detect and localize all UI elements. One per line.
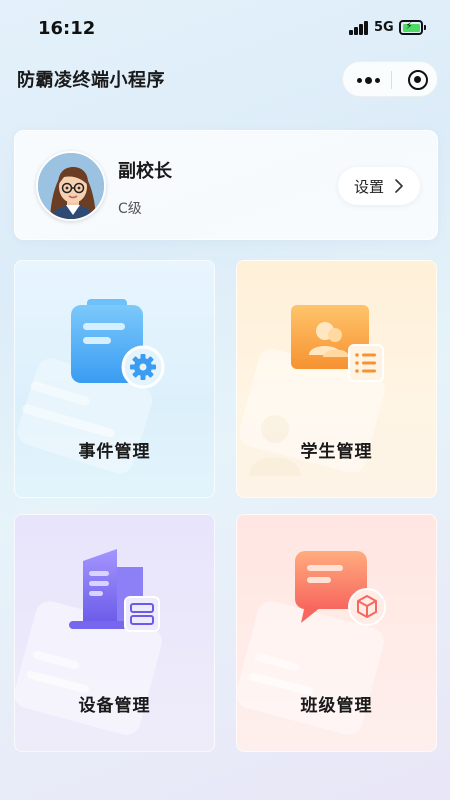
event-management-label: 事件管理 [78, 442, 151, 462]
chat-box-icon [295, 551, 386, 626]
signal-icon [349, 21, 369, 35]
profile-level: C级 [118, 201, 142, 217]
status-time: 16:12 [38, 18, 96, 39]
class-management-card[interactable]: 班级管理 [236, 514, 437, 752]
device-management-card[interactable]: 设备管理 [14, 514, 215, 752]
settings-button-label: 设置 [353, 177, 384, 196]
student-management-label: 学生管理 [300, 442, 373, 462]
student-management-card[interactable]: 学生管理 [236, 260, 437, 498]
clipboard-gear-icon [71, 299, 165, 389]
network-type: 5G [374, 20, 394, 35]
close-miniprogram-icon[interactable] [408, 70, 428, 90]
profile-card: 副校长 C级 设置 [14, 130, 438, 240]
app-title: 防霸凌终端小程序 [17, 70, 165, 91]
battery-cap [424, 25, 426, 30]
settings-button[interactable]: 设置 [338, 167, 420, 205]
more-icon[interactable] [356, 70, 380, 90]
profile-name: 副校长 [118, 161, 172, 182]
miniprogram-capsule [342, 61, 438, 97]
building-server-icon [69, 549, 160, 632]
chevron-right-icon [395, 179, 403, 193]
class-management-label: 班级管理 [300, 696, 373, 716]
student-card-icon [291, 305, 384, 382]
event-management-card[interactable]: 事件管理 [14, 260, 215, 498]
capsule-divider [391, 71, 392, 89]
battery-icon: ⚡ [399, 20, 423, 35]
device-management-label: 设备管理 [78, 696, 151, 716]
status-bar: 16:12 5G ⚡ [0, 0, 450, 56]
avatar [36, 151, 106, 221]
